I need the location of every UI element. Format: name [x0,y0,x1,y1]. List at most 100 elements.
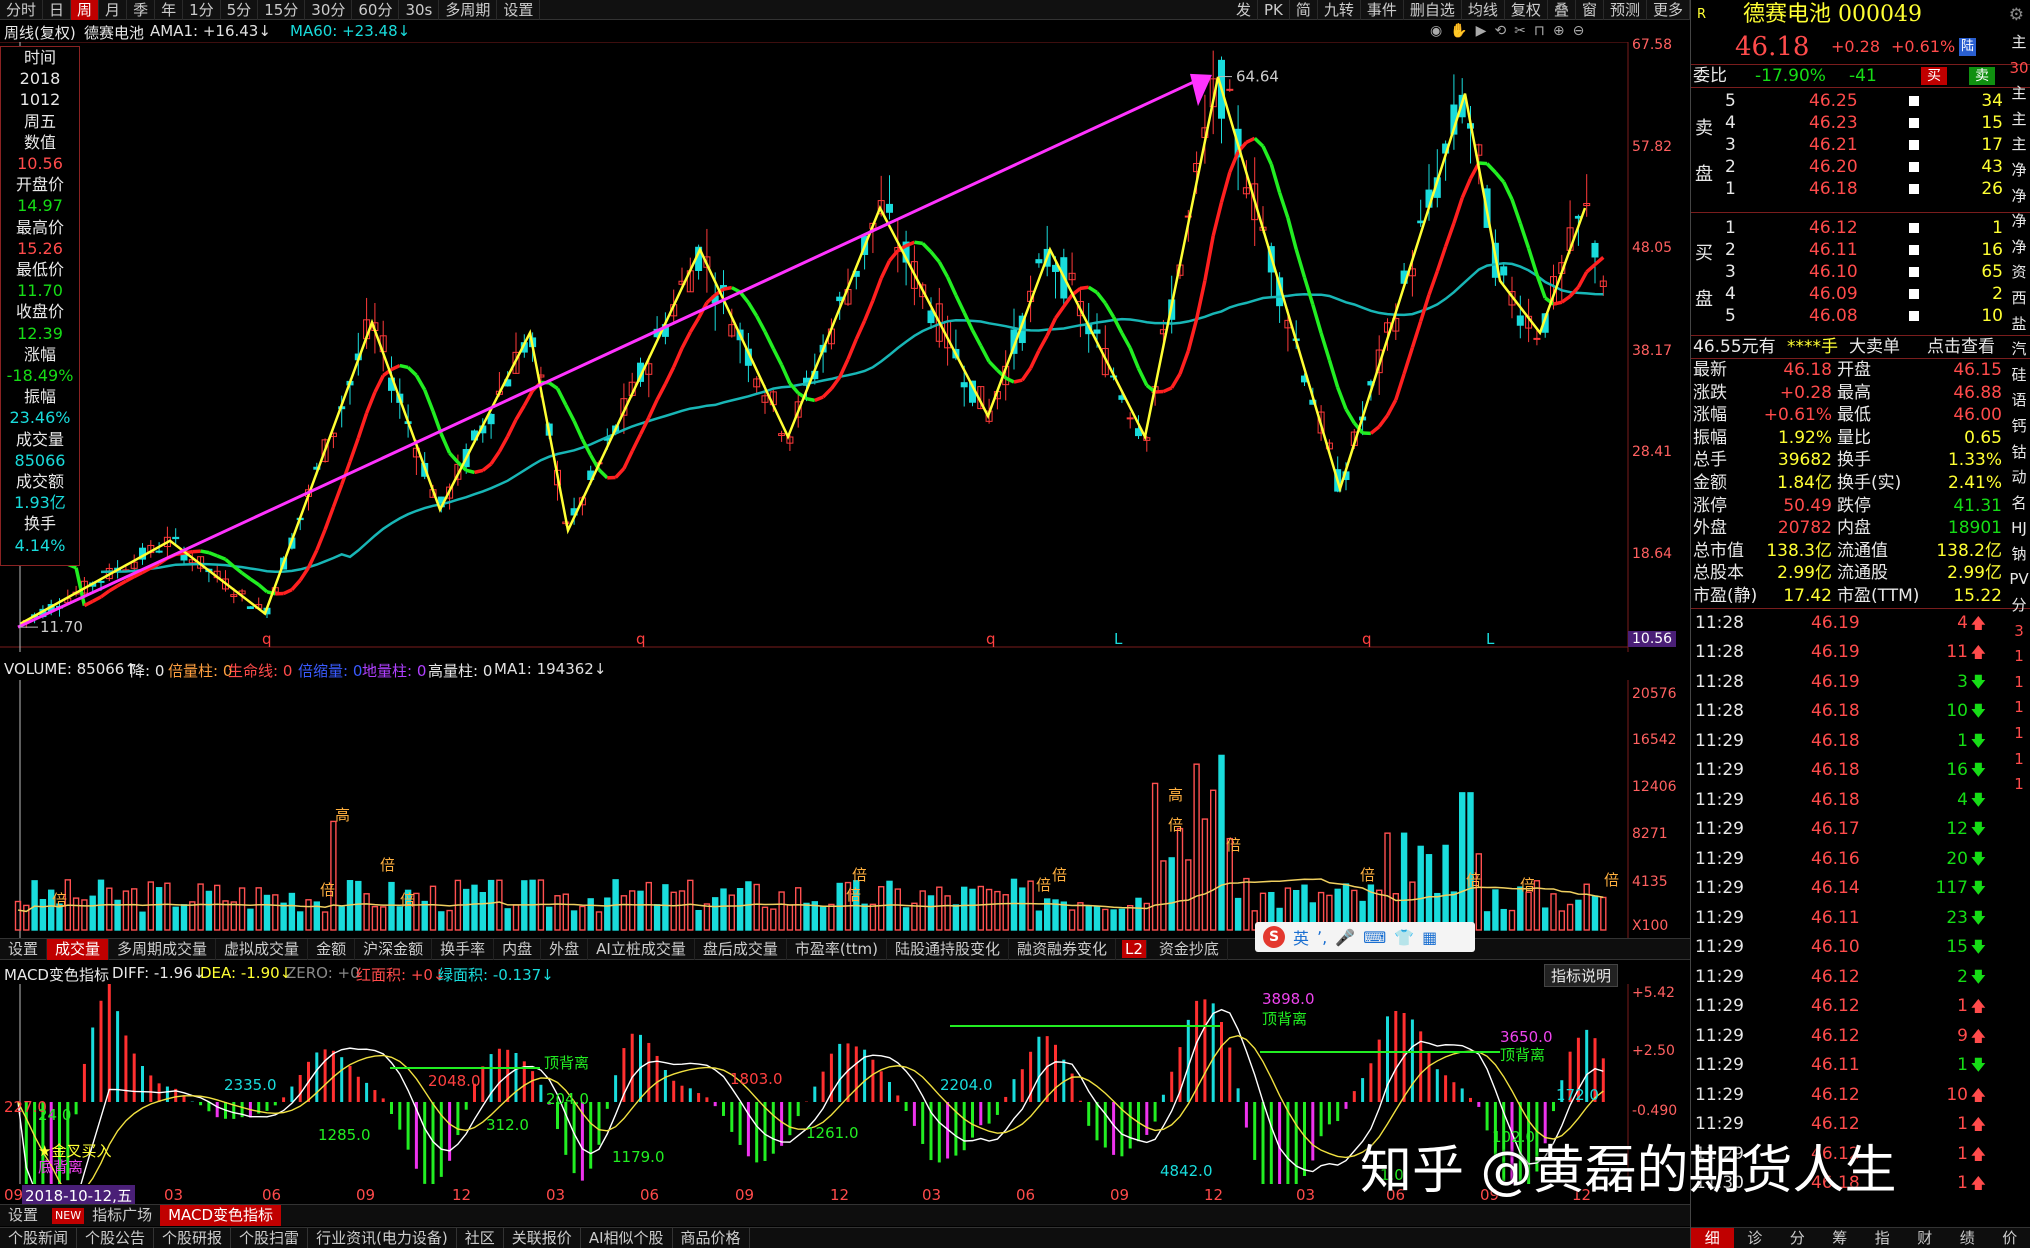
zoom-in-icon[interactable]: ⊕ [1553,23,1565,39]
bottom-indicator-tab[interactable]: 指标广场 [84,1205,160,1226]
panel-tab[interactable]: 指 [1861,1228,1904,1248]
panel-tab[interactable]: 财 [1904,1228,1947,1248]
zoom-out-icon[interactable]: ⊖ [1573,23,1585,39]
buy-button[interactable]: 买 [1921,67,1947,85]
kline-chart[interactable]: 64.64 11.70 q q q Lq L [0,42,1690,652]
news-tab[interactable]: 个股新闻 [0,1228,78,1248]
toolbar-item[interactable]: 复权 [1505,0,1548,20]
bottom-indicator-tab[interactable]: 设置 [0,1205,46,1226]
keyboard-icon[interactable]: ⌨ [1363,928,1386,947]
indicator-tab[interactable]: 金额 [308,938,356,960]
news-tab[interactable]: 个股扫雷 [231,1228,309,1248]
skin-icon[interactable]: 👕 [1394,928,1414,947]
bottom-indicator-tab[interactable]: MACD变色指标 [160,1205,282,1226]
book-level: 3 [1725,262,1736,282]
sell-button[interactable]: 卖 [1969,67,1995,85]
panel-tab[interactable]: 价 [1989,1228,2030,1248]
indicator-tab[interactable]: 外盘 [541,938,589,960]
period-tab[interactable]: 15分 [258,0,306,20]
volume-bar [23,904,30,931]
refresh-icon[interactable]: ⟲ [1494,23,1506,39]
lock-icon[interactable]: ⊓ [1534,23,1545,39]
period-tab[interactable]: 30s [399,0,440,20]
period-tab[interactable]: 周 [71,0,100,20]
grid-icon[interactable]: ▦ [1422,928,1437,947]
ama1-segment [663,366,676,385]
promo-link[interactable]: 点击查看 [1927,336,1995,358]
volume-bar [355,880,362,931]
panel-tab[interactable]: 分 [1776,1228,1819,1248]
toolbar-item[interactable]: 窗 [1576,0,1604,20]
indicator-tab[interactable]: L2 [1121,940,1147,958]
indicator-tab[interactable]: 融资融券变化 [1009,938,1116,960]
toolbar-item[interactable]: 简 [1290,0,1318,20]
hand-icon[interactable]: ✋ [1450,23,1467,39]
volume-unit: X100 [1632,918,1669,934]
mic-icon[interactable]: 🎤 [1335,928,1355,947]
toolbar-item[interactable]: 均线 [1462,0,1505,20]
panel-tab[interactable]: 绩 [1946,1228,1989,1248]
toolbar-item[interactable]: 更多 [1647,0,1690,20]
period-tab[interactable]: 5分 [221,0,259,20]
period-tab[interactable]: 设置 [497,0,541,20]
gear-icon[interactable]: ⚙ [2009,0,2024,30]
period-tab[interactable]: 60分 [352,0,400,20]
news-tab[interactable]: 关联报价 [504,1228,581,1248]
macd-label: 2335.0 [224,1076,277,1094]
stat-value: 17.42 [1783,585,1832,606]
period-tab[interactable]: 日 [43,0,72,20]
period-tab[interactable]: 多周期 [439,0,498,20]
book-price: 46.20 [1809,157,1858,177]
toolbar-item[interactable]: 发 [1230,0,1258,20]
indicator-tab[interactable]: 陆股通持股变化 [887,938,1009,960]
period-tab[interactable]: 分时 [0,0,44,20]
volume-bar [554,895,561,931]
play-icon[interactable]: ▶ [1476,23,1487,39]
ime-toolbar[interactable]: S 英 ʼ, 🎤 ⌨ 👕 ▦ [1255,922,1475,952]
news-tab[interactable]: AI相似个股 [581,1228,673,1248]
ime-lang[interactable]: 英 [1293,925,1309,949]
period-tab[interactable]: 1分 [183,0,221,20]
indicator-tab[interactable]: 内盘 [494,938,542,960]
indicator-tab[interactable]: 盘后成交量 [695,938,787,960]
indicator-tab[interactable]: 换手率 [432,938,495,960]
indicator-tab[interactable]: 成交量 [47,938,110,960]
bottom-indicator-tab[interactable]: NEW [52,1207,85,1224]
indicator-tab[interactable]: AI立桩成交量 [588,938,695,960]
book-volume: 10 [1981,306,2003,326]
stat-value: 138.2亿 [1936,540,2002,561]
indicator-tab[interactable]: 沪深金额 [355,938,433,960]
weibi-row: 委比 -17.90% -41 买 卖 [1691,65,2030,87]
period-tab[interactable]: 月 [99,0,128,20]
indicator-tab[interactable]: 市盈率(ttm) [787,938,887,960]
eye-icon[interactable]: ◉ [1430,23,1442,39]
volume-chart[interactable]: 高高倍倍倍倍 倍倍倍倍倍倍倍倍倍倍 [0,680,1690,938]
promo-row[interactable]: 46.55元有 ****手 大卖单 点击查看 [1691,336,2030,358]
ama1-segment [1311,303,1323,334]
news-tab[interactable]: 商品价格 [673,1228,750,1248]
news-tab[interactable]: 行业资讯(电力设备) [308,1228,457,1248]
news-tab[interactable]: 社区 [457,1228,504,1248]
indicator-tab[interactable]: 设置 [0,938,48,960]
indicator-tab[interactable]: 虚拟成交量 [216,938,309,960]
news-tab[interactable]: 个股公告 [77,1228,155,1248]
toolbar-item[interactable]: 事件 [1361,0,1404,20]
toolbar-item[interactable]: 叠 [1548,0,1576,20]
punct-icon[interactable]: ʼ, [1317,928,1327,947]
panel-tab[interactable]: 筹 [1819,1228,1862,1248]
news-tab[interactable]: 个股研报 [154,1228,232,1248]
toolbar-item[interactable]: 九转 [1318,0,1361,20]
period-tab[interactable]: 季 [127,0,156,20]
toolbar-item[interactable]: 预测 [1604,0,1647,20]
indicator-tab[interactable]: 多周期成交量 [109,938,217,960]
panel-tab[interactable]: 细 [1691,1228,1734,1248]
toolbar-item[interactable]: PK [1258,0,1290,20]
trade-price: 46.11 [1811,907,1860,928]
panel-tab[interactable]: 诊 [1734,1228,1777,1248]
book-level: 2 [1725,240,1736,260]
indicator-tab[interactable]: 资金抄底 [1151,938,1228,960]
scissor-icon[interactable]: ✂ [1514,23,1526,39]
toolbar-item[interactable]: 删自选 [1404,0,1462,20]
period-tab[interactable]: 年 [155,0,184,20]
period-tab[interactable]: 30分 [305,0,353,20]
